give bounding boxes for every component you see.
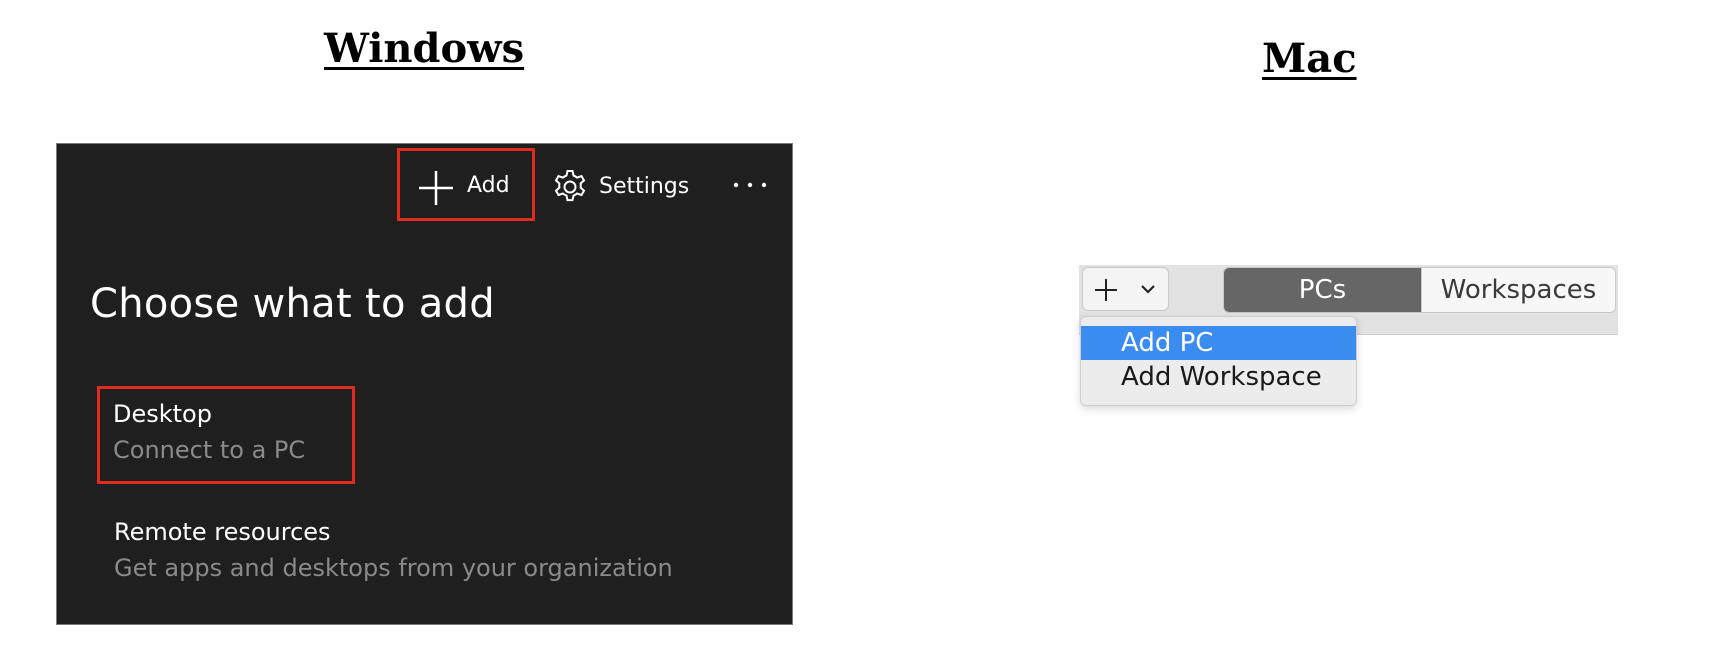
add-button-label: Add	[467, 173, 510, 198]
menu-item-add-workspace[interactable]: Add Workspace	[1081, 360, 1356, 394]
windows-add-panel: Add Settings Choose what to add Desktop …	[56, 143, 793, 625]
windows-heading: Windows	[324, 25, 525, 72]
plus-icon	[1095, 279, 1117, 301]
tab-pcs[interactable]: PCs	[1224, 268, 1421, 312]
desktop-option[interactable]: Desktop Connect to a PC	[97, 386, 355, 484]
remote-resources-option-title: Remote resources	[114, 518, 331, 546]
menu-item-add-pc[interactable]: Add PC	[1081, 326, 1356, 360]
remote-resources-option-subtitle: Get apps and desktops from your organiza…	[114, 554, 673, 582]
view-segmented-control: PCs Workspaces	[1223, 267, 1616, 313]
add-menu-button[interactable]	[1082, 267, 1169, 311]
add-button[interactable]: Add	[397, 148, 535, 221]
more-button[interactable]	[730, 177, 770, 201]
remote-resources-option[interactable]: Remote resources Get apps and desktops f…	[114, 517, 673, 583]
add-dropdown-menu: Add PC Add Workspace	[1080, 316, 1357, 406]
gear-icon	[554, 170, 586, 202]
chevron-down-icon	[1141, 285, 1155, 294]
mac-heading: Mac	[1262, 35, 1357, 82]
more-icon	[733, 182, 767, 188]
desktop-option-subtitle: Connect to a PC	[113, 436, 306, 464]
page-title: Choose what to add	[90, 281, 495, 327]
tab-workspaces[interactable]: Workspaces	[1421, 268, 1615, 312]
plus-icon	[419, 171, 453, 205]
settings-button-label: Settings	[599, 174, 690, 199]
desktop-option-title: Desktop	[113, 400, 212, 428]
